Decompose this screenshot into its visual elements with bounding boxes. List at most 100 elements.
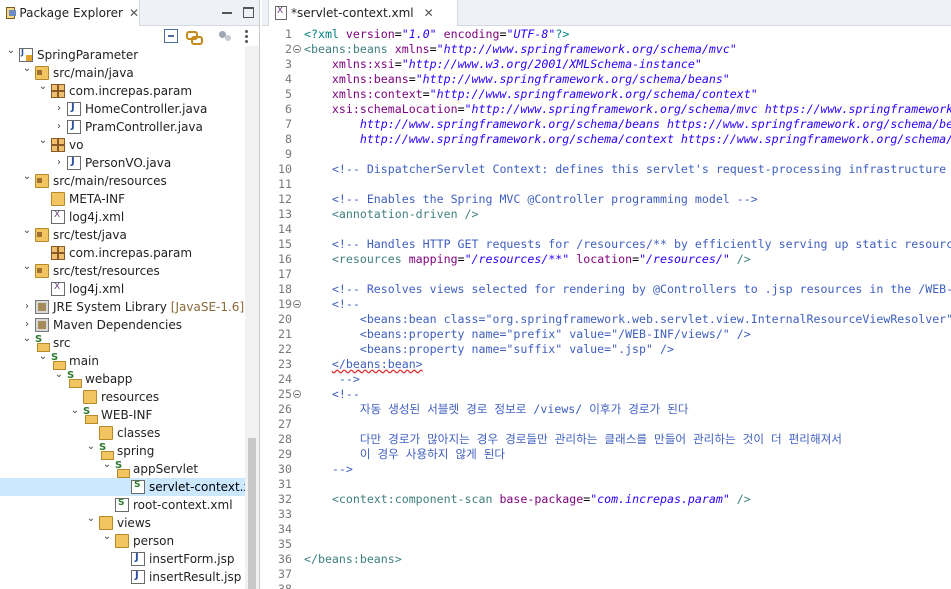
fold-toggle-icon[interactable] <box>293 390 301 398</box>
chevron-down-icon[interactable]: ⌄ <box>86 512 96 526</box>
code-line[interactable]: 16 <resources mapping="/resources/**" lo… <box>262 252 951 267</box>
tree-item[interactable]: › PersonVO.java <box>0 154 259 172</box>
code-line[interactable]: 7 http://www.springframework.org/schema/… <box>262 117 951 132</box>
chevron-down-icon[interactable]: ⌄ <box>22 170 32 184</box>
tree-item[interactable]: ⌄ views <box>0 512 259 532</box>
editor-tab-servlet-context[interactable]: *servlet-context.xml ✕ <box>268 0 458 26</box>
explorer-scrollbar[interactable] <box>245 46 259 589</box>
chevron-down-icon[interactable]: ⌄ <box>22 260 32 274</box>
tree-item[interactable]: › Maven Dependencies <box>0 316 259 334</box>
tree-item[interactable]: ⌄ com.increpas.param <box>0 80 259 100</box>
tree-item[interactable]: ⌄ main <box>0 350 259 370</box>
tree-item[interactable]: ⌄ spring <box>0 440 259 460</box>
code-area[interactable]: 1 <?xml version="1.0" encoding="UTF-8"?> 2… <box>262 26 951 589</box>
chevron-down-icon[interactable]: ⌄ <box>102 458 112 472</box>
chevron-down-icon[interactable]: ⌄ <box>102 530 112 544</box>
code-line[interactable]: 10 <!-- DispatcherServlet Context: defin… <box>262 162 951 177</box>
package-explorer-tab[interactable]: Package Explorer ✕ <box>0 0 140 26</box>
chevron-down-icon[interactable]: ⌄ <box>38 80 48 94</box>
tree-item[interactable]: ⌄ src/test/resources <box>0 260 259 280</box>
tree-item[interactable]: ⌄ person <box>0 530 259 550</box>
tree-item[interactable]: log4j.xml <box>0 280 259 298</box>
code-line[interactable]: 19 <!-- <box>262 297 951 312</box>
link-with-editor-icon[interactable] <box>186 29 203 45</box>
code-line[interactable]: 11 <box>262 177 951 192</box>
chevron-down-icon[interactable]: ⌄ <box>38 134 48 148</box>
tree-item[interactable]: com.increpas.param <box>0 244 259 262</box>
chevron-right-icon[interactable]: › <box>54 102 64 116</box>
chevron-right-icon[interactable]: › <box>54 156 64 170</box>
code-line[interactable]: 3 xmlns:xsi="http://www.w3.org/2001/XMLS… <box>262 57 951 72</box>
code-line[interactable]: 29 이 경우 사용하지 않게 된다 <box>262 447 951 462</box>
code-line[interactable]: 9 <box>262 147 951 162</box>
code-line[interactable]: 4 xmlns:beans="http://www.springframewor… <box>262 72 951 87</box>
chevron-right-icon[interactable]: › <box>22 318 32 332</box>
code-line[interactable]: 30 --> <box>262 462 951 477</box>
code-line[interactable]: 34 <box>262 522 951 537</box>
code-line[interactable]: 18 <!-- Resolves views selected for rend… <box>262 282 951 297</box>
maximize-icon[interactable] <box>243 7 254 18</box>
tree-item[interactable]: META-INF <box>0 190 259 208</box>
code-line[interactable]: 17 <box>262 267 951 282</box>
scrollbar-thumb[interactable] <box>248 438 256 589</box>
tree-item[interactable]: ⌄ vo <box>0 134 259 154</box>
tree-item[interactable]: ⌄ webapp <box>0 368 259 388</box>
minimize-icon[interactable] <box>220 5 234 19</box>
tree-item[interactable]: ⌄ src/main/resources <box>0 170 259 190</box>
chevron-down-icon[interactable]: ⌄ <box>54 368 64 382</box>
code-line[interactable]: 25 <!-- <box>262 387 951 402</box>
chevron-right-icon[interactable]: › <box>54 120 64 134</box>
code-line[interactable]: 28 다만 경로가 많아지는 경우 경로들만 관리하는 클래스를 만들어 관리하… <box>262 432 951 447</box>
code-line[interactable]: 35 <box>262 537 951 552</box>
tree-item[interactable]: insertForm.jsp <box>0 550 259 568</box>
code-line[interactable]: 22 <beans:property name="suffix" value="… <box>262 342 951 357</box>
close-icon[interactable]: ✕ <box>424 6 434 20</box>
tree-item[interactable]: root-context.xml <box>0 496 259 514</box>
chevron-down-icon[interactable]: ⌄ <box>22 224 32 238</box>
code-line[interactable]: 8 http://www.springframework.org/schema/… <box>262 132 951 147</box>
tree-item[interactable]: › JRE System Library [JavaSE-1.6] <box>0 298 259 316</box>
code-line[interactable]: 6 xsi:schemaLocation="http://www.springf… <box>262 102 951 117</box>
code-line[interactable]: 15 <!-- Handles HTTP GET requests for /r… <box>262 237 951 252</box>
tree-item[interactable]: log4j.xml <box>0 208 259 226</box>
close-icon[interactable]: ✕ <box>129 6 139 20</box>
fold-toggle-icon[interactable] <box>293 300 301 308</box>
code-line[interactable]: 21 <beans:property name="prefix" value="… <box>262 327 951 342</box>
code-line[interactable]: 37 <box>262 567 951 582</box>
collapse-all-icon[interactable] <box>164 29 178 43</box>
code-line[interactable]: 26 자동 생성된 서블렛 경로 정보로 /views/ 이후가 경로가 된다 <box>262 402 951 417</box>
chevron-down-icon[interactable]: ⌄ <box>6 44 16 58</box>
tree-item[interactable]: ⌄ SpringParameter <box>0 44 259 64</box>
code-line[interactable]: 12 <!-- Enables the Spring MVC @Controll… <box>262 192 951 207</box>
tree-item[interactable]: › HomeController.java <box>0 100 259 118</box>
code-line[interactable]: 38 <box>262 582 951 589</box>
code-line[interactable]: 36 </beans:beans> <box>262 552 951 567</box>
code-line[interactable]: 2 <beans:beans xmlns="http://www.springfr… <box>262 42 951 57</box>
chevron-down-icon[interactable]: ⌄ <box>70 404 80 418</box>
code-line[interactable]: 33 <box>262 507 951 522</box>
code-line[interactable]: 13 <annotation-driven /> <box>262 207 951 222</box>
chevron-down-icon[interactable]: ⌄ <box>22 62 32 76</box>
chevron-down-icon[interactable]: ⌄ <box>86 440 96 454</box>
tree-item[interactable]: ⌄ src/test/java <box>0 224 259 244</box>
code-line[interactable]: 5 xmlns:context="http://www.springframew… <box>262 87 951 102</box>
view-menu-icon[interactable] <box>244 29 248 43</box>
code-line[interactable]: 14 <box>262 222 951 237</box>
chevron-down-icon[interactable]: ⌄ <box>22 332 32 346</box>
tree-item[interactable]: insertResult.jsp <box>0 568 259 586</box>
code-line[interactable]: 31 <box>262 477 951 492</box>
chevron-right-icon[interactable]: › <box>22 300 32 314</box>
fold-toggle-icon[interactable] <box>293 45 301 53</box>
tree-item[interactable]: resources <box>0 388 259 406</box>
tree-item[interactable]: ⌄ appServlet <box>0 458 259 478</box>
tree-item[interactable]: ⌄ WEB-INF <box>0 404 259 424</box>
code-line[interactable]: 27 <box>262 417 951 432</box>
tree-item[interactable]: classes <box>0 424 259 442</box>
code-line[interactable]: 23 </beans:bean> <box>262 357 951 372</box>
code-line[interactable]: 32 <context:component-scan base-package=… <box>262 492 951 507</box>
filter-icon[interactable] <box>218 29 232 43</box>
code-line[interactable]: 24 --> <box>262 372 951 387</box>
code-line[interactable]: 20 <beans:bean class="org.springframewor… <box>262 312 951 327</box>
tree-item[interactable]: servlet-context.xml <box>0 478 259 496</box>
chevron-down-icon[interactable]: ⌄ <box>38 350 48 364</box>
